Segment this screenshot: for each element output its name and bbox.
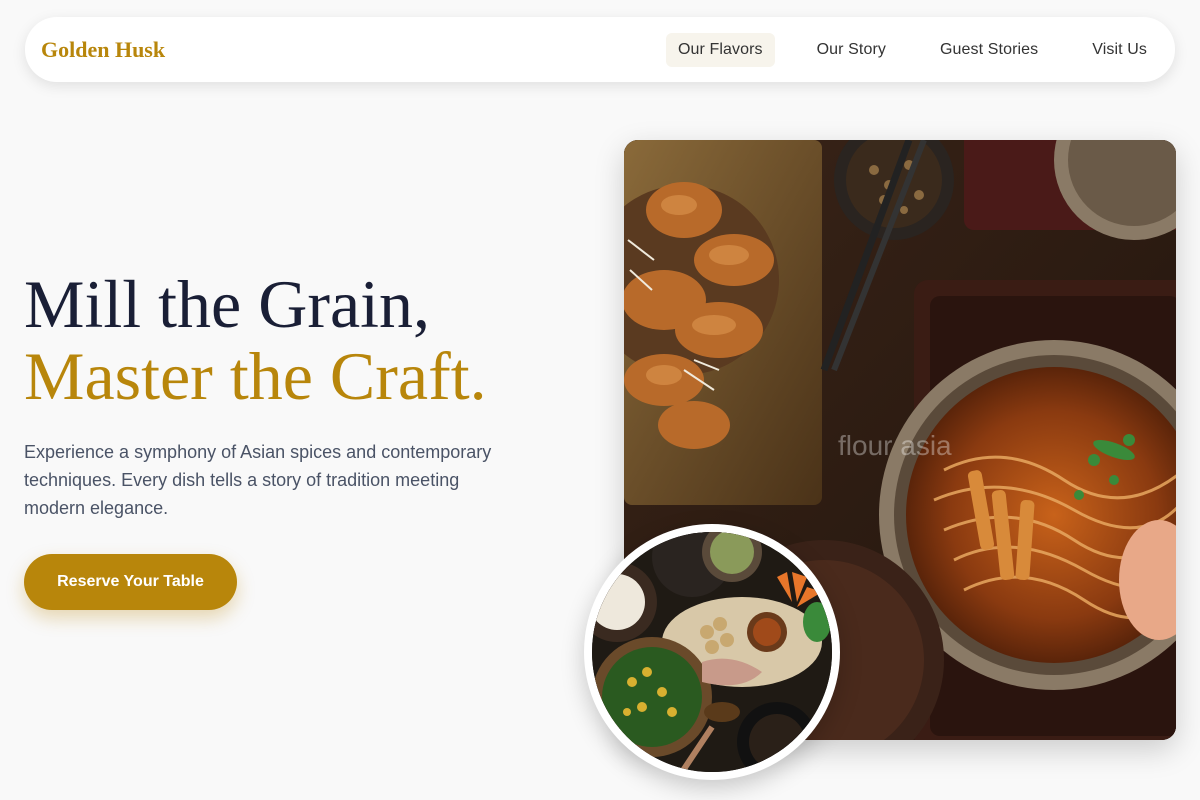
hero-title-line1: Mill the Grain, (24, 266, 431, 342)
nav-item-our-flavors[interactable]: Our Flavors (665, 32, 775, 67)
circle-photo (592, 532, 832, 772)
brand-logo[interactable]: Golden Husk (41, 37, 165, 63)
nav-links: Our Flavors Our Story Guest Stories Visi… (665, 32, 1159, 67)
hero-circle-image (584, 524, 840, 780)
hero-title: Mill the Grain, Master the Craft. (24, 268, 487, 412)
nav-item-our-story[interactable]: Our Story (805, 33, 898, 67)
nav-item-visit-us[interactable]: Visit Us (1080, 33, 1159, 67)
image-watermark: flour asia (838, 430, 952, 461)
reserve-table-button[interactable]: Reserve Your Table (24, 554, 237, 610)
hero-description: Experience a symphony of Asian spices an… (24, 442, 492, 518)
navbar: Golden Husk Our Flavors Our Story Guest … (25, 17, 1175, 82)
dishes-photo-illustration (592, 532, 832, 772)
nav-item-guest-stories[interactable]: Guest Stories (928, 33, 1050, 67)
hero-title-line2: Master the Craft. (24, 338, 487, 414)
